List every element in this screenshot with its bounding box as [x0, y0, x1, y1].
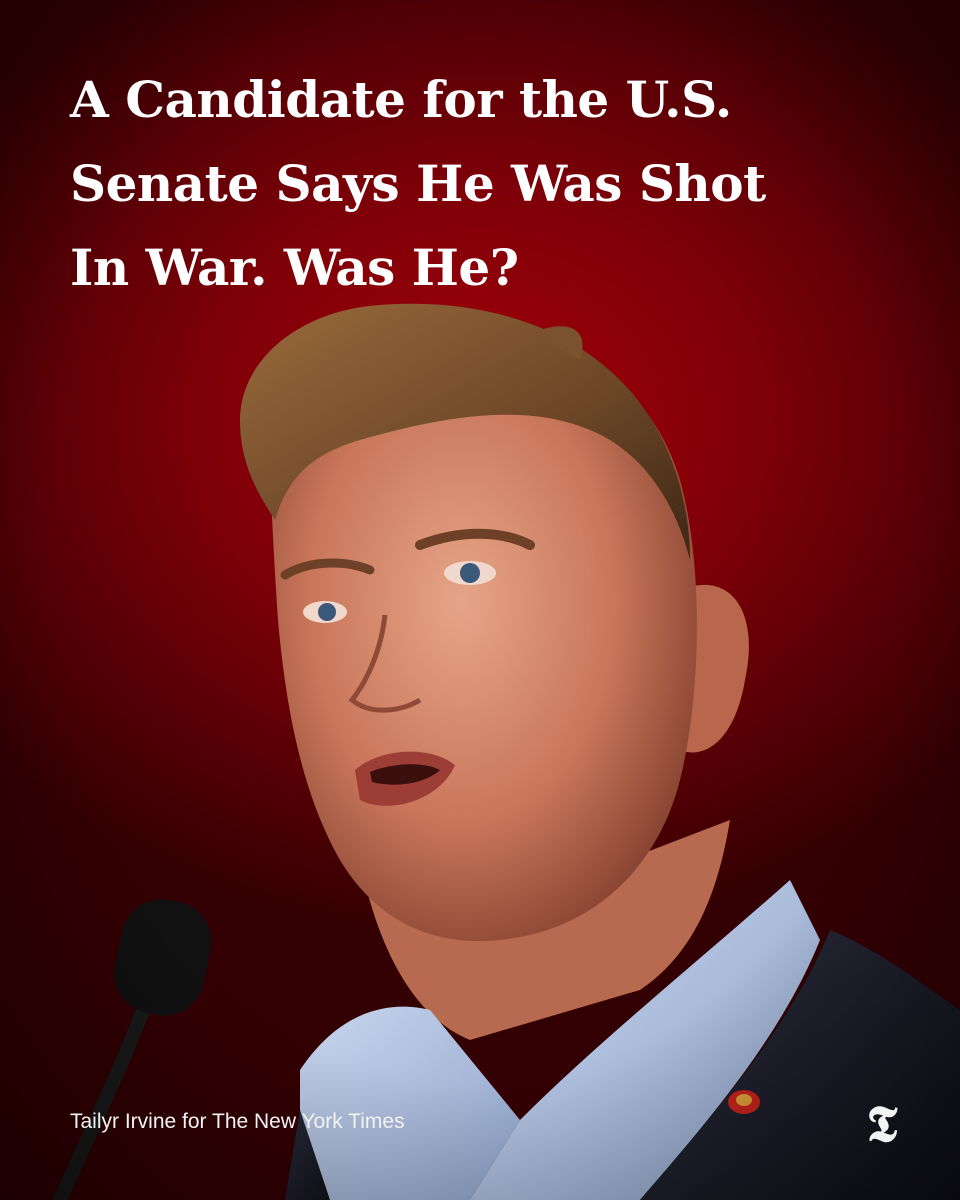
- photo-credit: Tailyr Irvine for The New York Times: [70, 1110, 405, 1133]
- headline: A Candidate for the U.S. Senate Says He …: [70, 58, 890, 310]
- headline-line-3: In War. Was He?: [70, 238, 519, 297]
- social-card: A Candidate for the U.S. Senate Says He …: [0, 0, 960, 1200]
- headline-line-2: Senate Says He Was Shot: [70, 154, 766, 213]
- nyt-logo-icon: 𝕿: [866, 1094, 898, 1153]
- headline-line-1: A Candidate for the U.S.: [70, 70, 732, 129]
